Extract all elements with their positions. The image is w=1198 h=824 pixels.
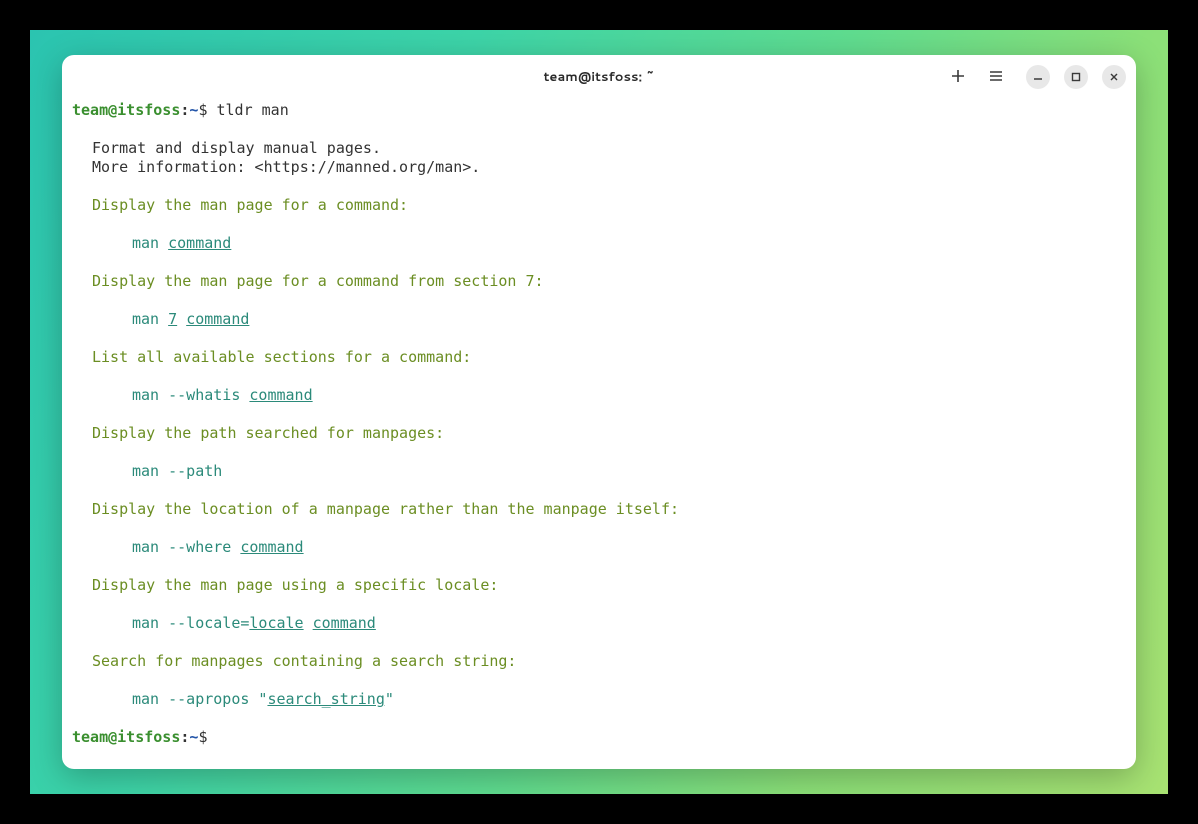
typed-command: tldr man xyxy=(217,101,289,119)
cmd-placeholder: command xyxy=(313,614,376,632)
tldr-example-desc: Display the location of a manpage rather… xyxy=(72,500,1126,519)
close-icon xyxy=(1109,70,1119,85)
command-line: team@itsfoss:~$ tldr man xyxy=(72,101,1126,120)
cmd-literal: man --path xyxy=(132,462,222,480)
tldr-summary-line: Format and display manual pages. xyxy=(72,139,1126,158)
tldr-example-desc: List all available sections for a comman… xyxy=(72,348,1126,367)
cmd-literal: man --apropos " xyxy=(132,690,267,708)
tldr-example-cmd: man --whatis command xyxy=(72,386,1126,405)
tldr-example-desc: Display the man page for a command from … xyxy=(72,272,1126,291)
plus-icon xyxy=(950,68,966,87)
hamburger-menu-button[interactable] xyxy=(986,67,1006,87)
cmd-literal xyxy=(177,310,186,328)
cmd-literal: man --whatis xyxy=(132,386,249,404)
tldr-example-desc: Display the man page for a command: xyxy=(72,196,1126,215)
prompt-line: team@itsfoss:~$ xyxy=(72,728,1126,747)
prompt-sigil: $ xyxy=(198,728,216,746)
prompt-sigil: $ xyxy=(198,101,216,119)
titlebar-controls xyxy=(948,65,1126,89)
tldr-example-cmd: man --path xyxy=(72,462,1126,481)
terminal-window: team@itsfoss: ~ xyxy=(62,55,1136,769)
cmd-literal: man xyxy=(132,310,168,328)
cmd-placeholder: command xyxy=(168,234,231,252)
tldr-example-desc: Display the man page using a specific lo… xyxy=(72,576,1126,595)
cmd-placeholder: command xyxy=(249,386,312,404)
tldr-info-line: More information: <https://manned.org/ma… xyxy=(72,158,1126,177)
cmd-placeholder: 7 xyxy=(168,310,177,328)
cmd-literal: man --where xyxy=(132,538,240,556)
tldr-example-desc: Display the path searched for manpages: xyxy=(72,424,1126,443)
cmd-literal: " xyxy=(385,690,394,708)
cmd-placeholder: search_string xyxy=(267,690,384,708)
titlebar-left-controls xyxy=(948,67,1006,87)
terminal-output[interactable]: team@itsfoss:~$ tldr man Format and displ… xyxy=(62,99,1136,769)
tldr-example-cmd: man --apropos "search_string" xyxy=(72,690,1126,709)
maximize-button[interactable] xyxy=(1064,65,1088,89)
cmd-literal: man --locale= xyxy=(132,614,249,632)
tldr-example-cmd: man --locale=locale command xyxy=(72,614,1126,633)
cmd-literal xyxy=(304,614,313,632)
hamburger-icon xyxy=(988,68,1004,87)
window-title: team@itsfoss: ~ xyxy=(543,68,654,86)
desktop-background: team@itsfoss: ~ xyxy=(30,30,1168,794)
minimize-icon xyxy=(1033,70,1043,85)
cmd-placeholder: command xyxy=(186,310,249,328)
prompt-user: team@itsfoss xyxy=(72,101,180,119)
cmd-literal: man xyxy=(132,234,168,252)
tldr-example-cmd: man 7 command xyxy=(72,310,1126,329)
minimize-button[interactable] xyxy=(1026,65,1050,89)
prompt-user: team@itsfoss xyxy=(72,728,180,746)
maximize-icon xyxy=(1071,70,1081,85)
tldr-example-cmd: man command xyxy=(72,234,1126,253)
new-tab-button[interactable] xyxy=(948,67,968,87)
close-button[interactable] xyxy=(1102,65,1126,89)
tldr-example-desc: Search for manpages containing a search … xyxy=(72,652,1126,671)
cmd-placeholder: locale xyxy=(249,614,303,632)
titlebar[interactable]: team@itsfoss: ~ xyxy=(62,55,1136,99)
cmd-placeholder: command xyxy=(240,538,303,556)
tldr-example-cmd: man --where command xyxy=(72,538,1126,557)
